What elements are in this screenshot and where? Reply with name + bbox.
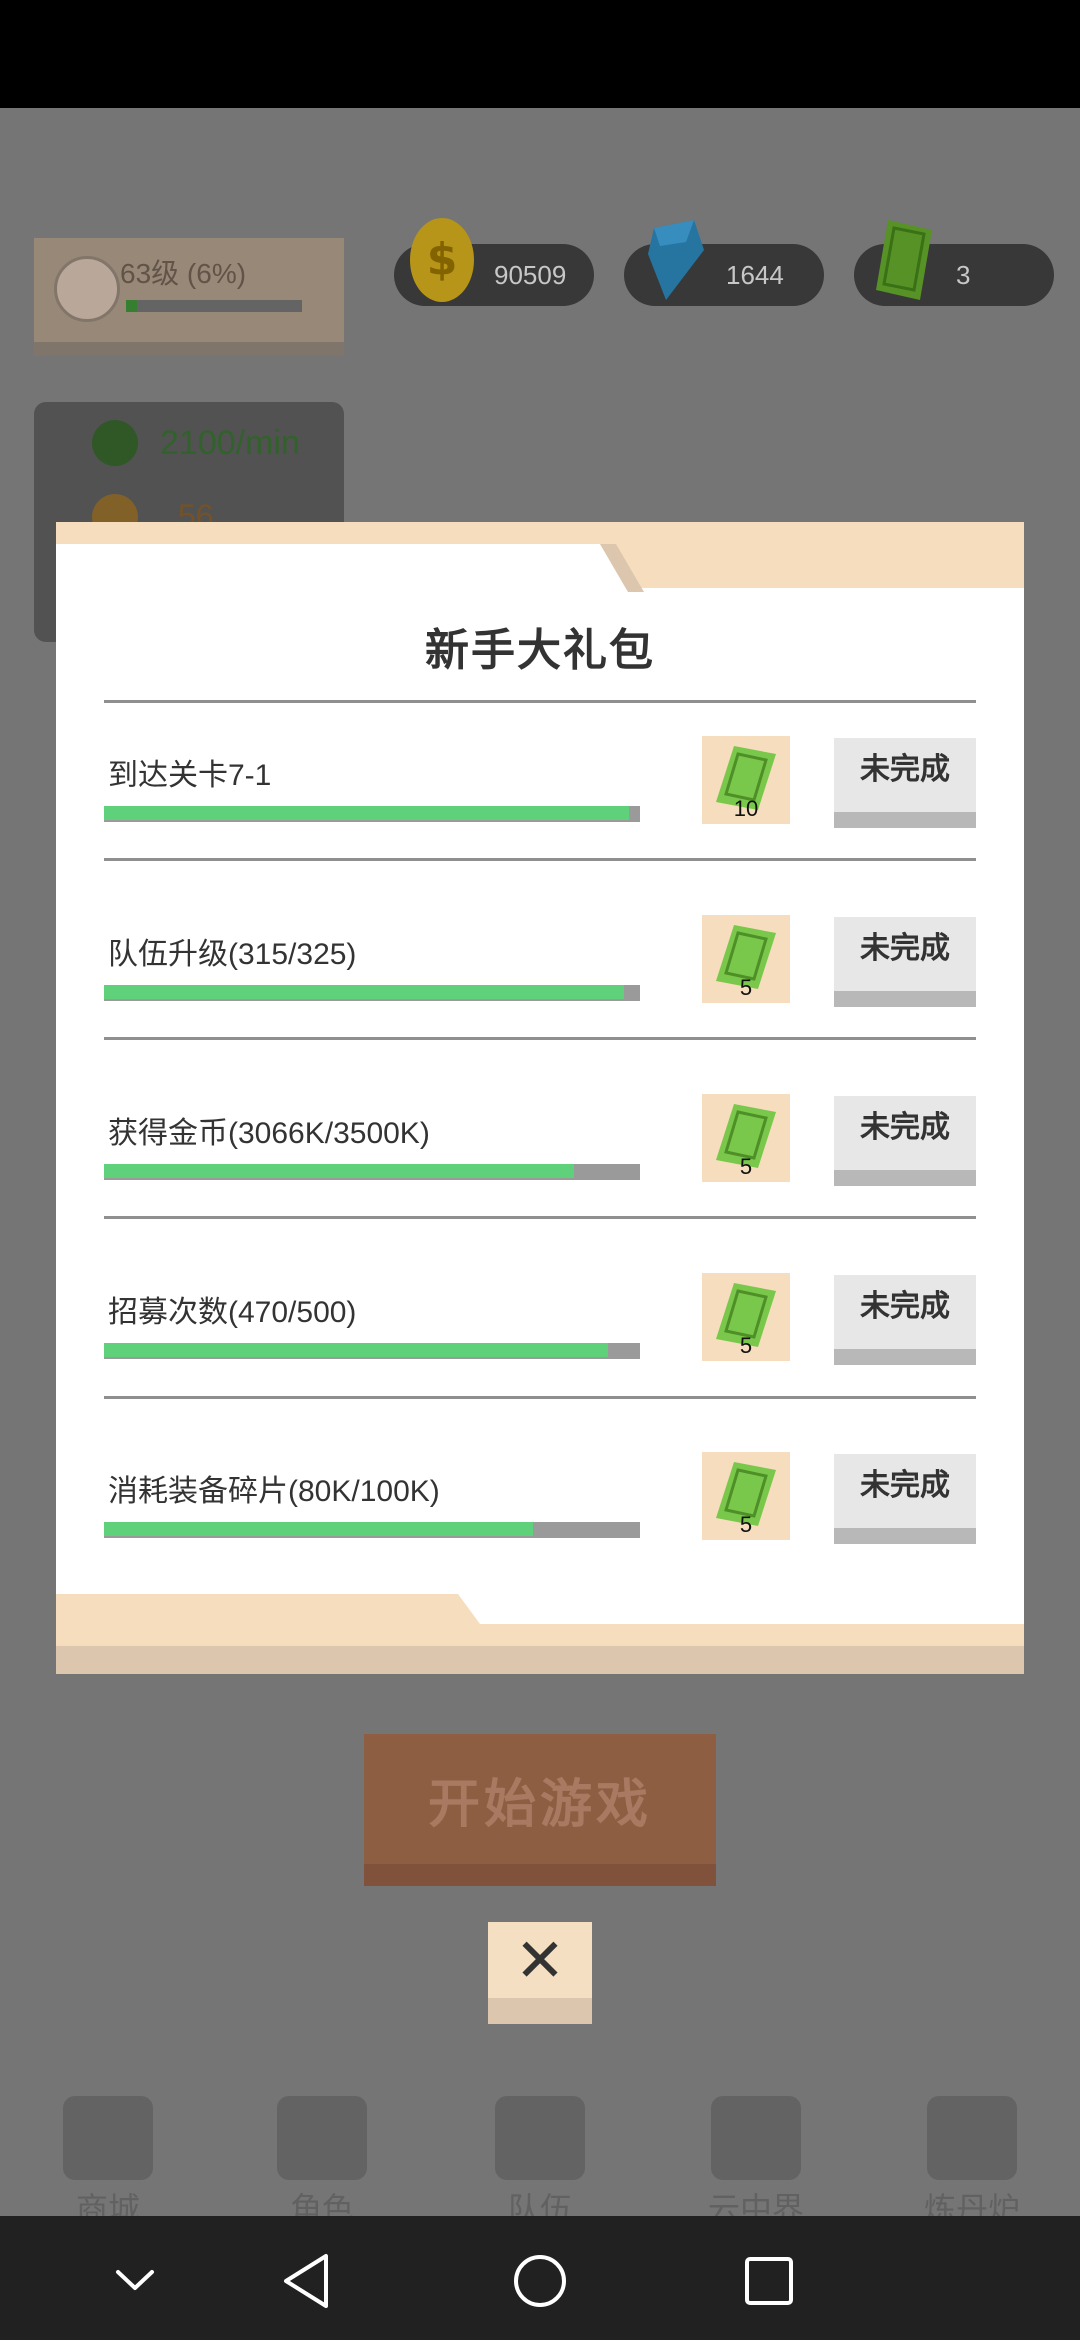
reward-count: 10 [733,796,759,821]
status-bar [0,0,1080,108]
reward-count: 5 [739,1512,753,1537]
reward-count: 5 [739,1333,753,1358]
task-progress-fill [104,1343,608,1357]
task-label: 到达关卡7-1 [108,759,272,792]
reward-count: 5 [739,1154,753,1179]
modal-title: 新手大礼包 [425,625,655,676]
divider [104,1216,976,1219]
task-progress-fill [104,1164,574,1178]
reward-count: 5 [739,975,753,1000]
divider [104,858,976,861]
task-progress-fill [104,985,624,999]
task-label: 招募次数(470/500) [108,1296,357,1329]
status-label: 未完成 [860,931,950,966]
chevron-down-icon[interactable] [100,2246,170,2316]
task-progress-fill [104,806,629,820]
modal-header-cut [56,544,644,592]
task-progress-fill [104,1522,533,1536]
status-label: 未完成 [860,752,950,787]
status-label: 未完成 [860,1110,950,1145]
status-label: 未完成 [860,1289,950,1324]
task-label: 获得金币(3066K/3500K) [108,1117,430,1150]
home-icon[interactable] [505,2246,575,2316]
task-label: 消耗装备碎片(80K/100K) [108,1475,440,1508]
modal-footer-cut [458,1594,1024,1624]
modal-footer-edge [56,1646,1024,1674]
divider [104,1396,976,1399]
status-label: 未完成 [860,1468,950,1503]
close-button-edge [488,1998,592,2024]
recents-icon[interactable] [734,2246,804,2316]
divider [104,700,976,703]
task-label: 队伍升级(315/325) [108,938,357,971]
divider [104,1037,976,1040]
close-icon: ✕ [514,1926,566,1996]
back-icon[interactable] [274,2246,344,2316]
